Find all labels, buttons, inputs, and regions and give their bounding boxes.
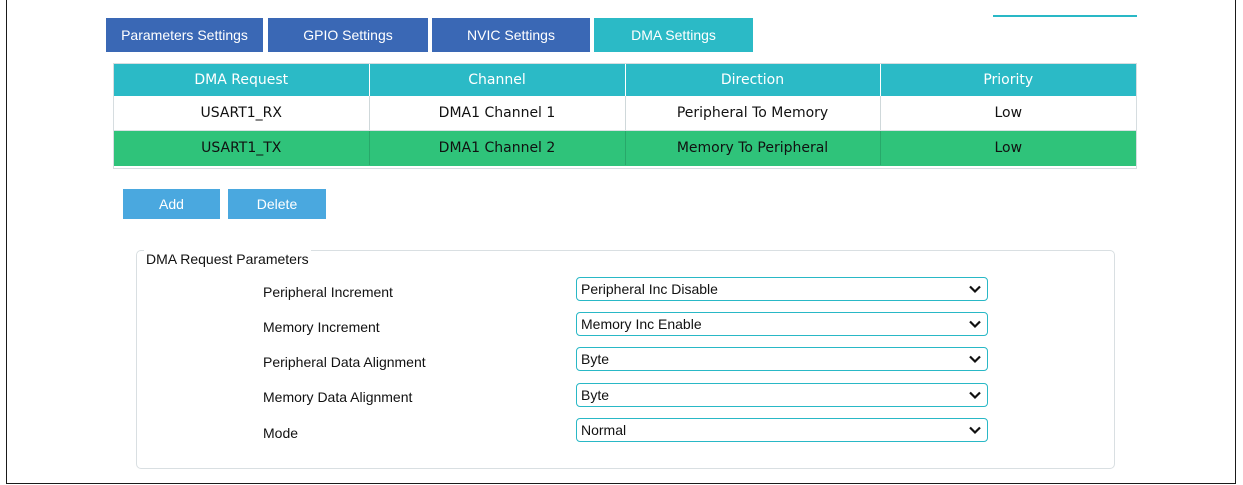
column-header-channel[interactable]: Channel <box>369 64 626 96</box>
cell-priority: Low <box>880 130 1136 166</box>
peripheral-data-alignment-value: Byte <box>581 351 610 367</box>
chevron-down-icon <box>969 426 981 435</box>
dma-request-table: DMA Request Channel Direction Priority U… <box>114 64 1136 166</box>
cell-priority: Low <box>880 96 1136 131</box>
chevron-down-icon <box>969 320 981 329</box>
mode-label: Mode <box>263 425 299 441</box>
mode-value: Normal <box>581 422 627 438</box>
table-row[interactable]: USART1_RX DMA1 Channel 1 Peripheral To M… <box>114 96 1136 131</box>
add-button[interactable]: Add <box>123 189 220 219</box>
memory-increment-value: Memory Inc Enable <box>581 316 702 332</box>
memory-data-alignment-select[interactable]: Byte <box>576 383 988 407</box>
cell-direction: Peripheral To Memory <box>625 96 881 131</box>
peripheral-data-alignment-label: Peripheral Data Alignment <box>263 354 426 370</box>
tab-nvic-settings[interactable]: NVIC Settings <box>432 18 590 52</box>
chevron-down-icon <box>969 285 981 294</box>
table-header-row: DMA Request Channel Direction Priority <box>114 64 1136 96</box>
mode-select[interactable]: Normal <box>576 418 988 442</box>
tab-gpio-settings[interactable]: GPIO Settings <box>268 18 428 52</box>
column-header-direction[interactable]: Direction <box>625 64 881 96</box>
column-header-dma-request[interactable]: DMA Request <box>114 64 370 96</box>
peripheral-increment-label: Peripheral Increment <box>263 284 393 300</box>
memory-data-alignment-value: Byte <box>581 387 610 403</box>
memory-increment-label: Memory Increment <box>263 319 380 335</box>
table-row-selected[interactable]: USART1_TX DMA1 Channel 2 Memory To Perip… <box>114 130 1136 166</box>
top-accent-line <box>993 15 1137 17</box>
memory-increment-select[interactable]: Memory Inc Enable <box>576 312 988 336</box>
delete-button[interactable]: Delete <box>228 189 326 219</box>
group-title: DMA Request Parameters <box>144 250 311 268</box>
column-header-priority[interactable]: Priority <box>880 64 1136 96</box>
peripheral-increment-select[interactable]: Peripheral Inc Disable <box>576 277 988 301</box>
chevron-down-icon <box>969 391 981 400</box>
cell-channel: DMA1 Channel 1 <box>369 96 626 131</box>
cell-dma-request: USART1_TX <box>114 130 370 166</box>
cell-dma-request: USART1_RX <box>114 96 370 131</box>
tab-parameters-settings[interactable]: Parameters Settings <box>106 18 263 52</box>
peripheral-data-alignment-select[interactable]: Byte <box>576 347 988 371</box>
tab-dma-settings[interactable]: DMA Settings <box>594 18 753 52</box>
cell-direction: Memory To Peripheral <box>625 130 881 166</box>
peripheral-increment-value: Peripheral Inc Disable <box>581 281 718 297</box>
memory-data-alignment-label: Memory Data Alignment <box>263 389 413 405</box>
cell-channel: DMA1 Channel 2 <box>369 130 626 166</box>
chevron-down-icon <box>969 355 981 364</box>
